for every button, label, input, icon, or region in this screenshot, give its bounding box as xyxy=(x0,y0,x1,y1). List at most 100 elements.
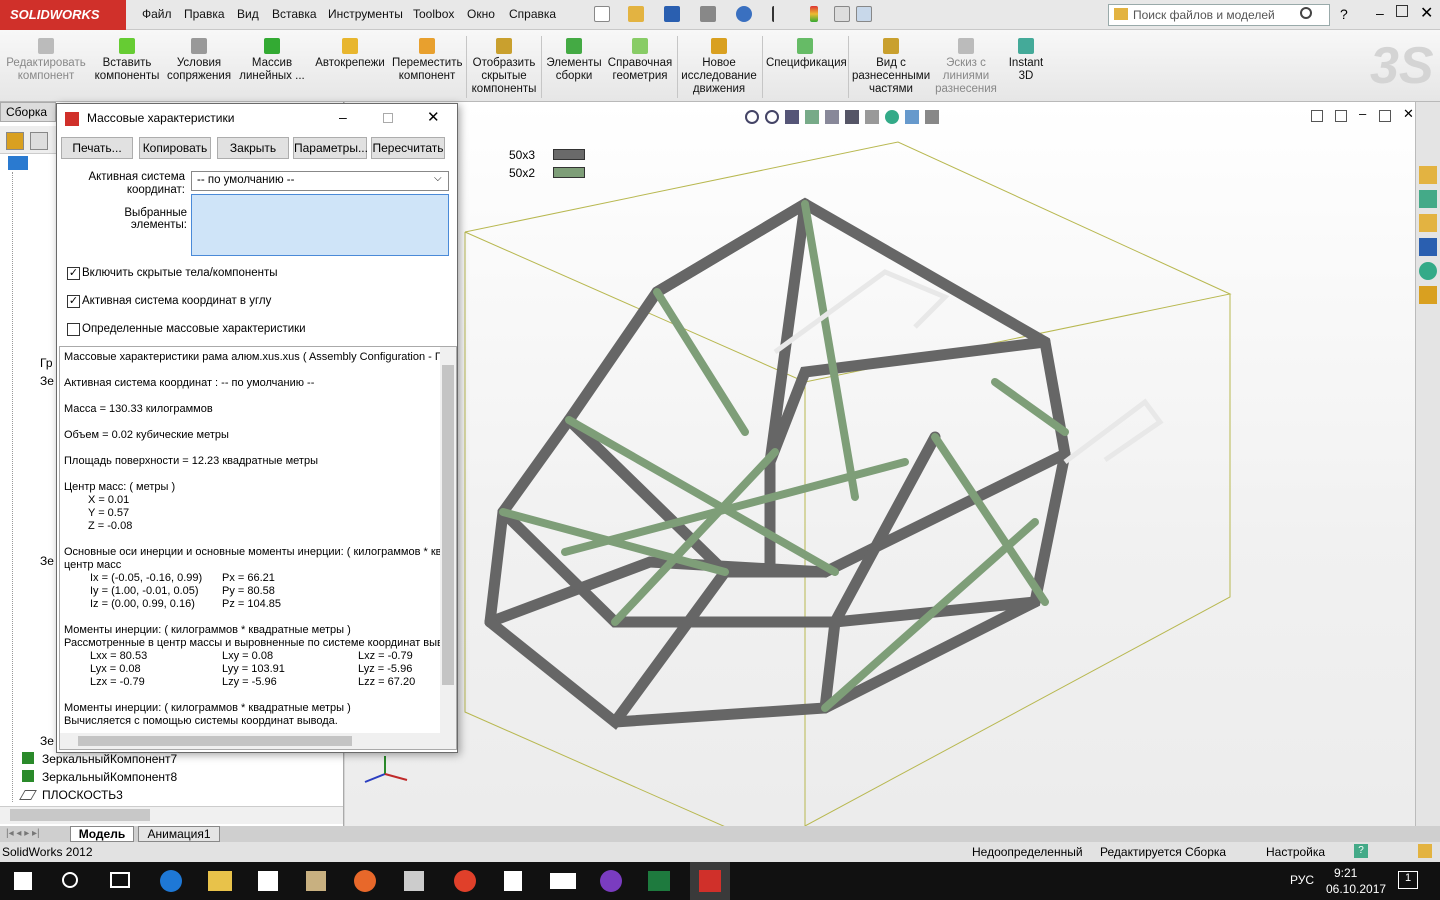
rebuild-icon[interactable] xyxy=(810,6,818,22)
viewport-restore-icon[interactable] xyxy=(1379,110,1391,122)
new-motion-study-button[interactable]: Новое исследование движения xyxy=(680,32,758,96)
move-component-button[interactable]: Переместить компонент xyxy=(392,32,462,83)
mate-button[interactable]: Условия сопряжения xyxy=(166,32,232,83)
menu-view[interactable]: Вид xyxy=(237,7,259,21)
new-document-icon[interactable] xyxy=(594,6,610,22)
search-icon[interactable] xyxy=(1300,7,1312,19)
file-explorer-tab-icon[interactable] xyxy=(1419,214,1437,232)
reference-geometry-button[interactable]: Справочная геометрия xyxy=(606,32,674,83)
view-settings-icon[interactable] xyxy=(925,110,939,124)
tree-item-mirror3[interactable]: Зе xyxy=(40,734,54,748)
task-view-icon[interactable] xyxy=(110,872,130,888)
dialog-title[interactable]: Массовые характеристики xyxy=(57,104,457,134)
firefox-icon[interactable] xyxy=(354,870,376,892)
copy-button[interactable]: Копировать xyxy=(139,137,211,159)
tree-item-mirror1[interactable]: Зе xyxy=(40,374,54,388)
help-status-icon[interactable]: ? xyxy=(1354,844,1368,858)
menu-edit[interactable]: Правка xyxy=(184,7,225,21)
include-hidden-checkbox[interactable]: ✓ xyxy=(67,267,80,280)
file-properties-icon[interactable] xyxy=(834,6,850,22)
viewport-link-icon[interactable] xyxy=(1335,110,1347,122)
display-style-icon[interactable] xyxy=(845,110,859,124)
exploded-view-button[interactable]: Вид с разнесенными частями xyxy=(852,32,930,96)
app-logo[interactable]: SOLIDWORKS xyxy=(0,0,126,30)
bill-of-materials-button[interactable]: Спецификация xyxy=(766,32,847,70)
help-icon[interactable]: ? xyxy=(1340,6,1348,22)
tree-item-group[interactable]: Гр xyxy=(40,356,53,370)
instant-3d-button[interactable]: Instant 3D xyxy=(1002,32,1050,83)
menu-toolbox[interactable]: Toolbox xyxy=(413,7,454,21)
select-arrow-icon[interactable] xyxy=(772,6,788,22)
save-icon[interactable] xyxy=(664,6,680,22)
results-text-area[interactable]: Массовые характеристики рама алюм.xus.xu… xyxy=(59,346,457,750)
feature-manager-tab-icon[interactable] xyxy=(6,132,24,150)
linear-pattern-button[interactable]: Массив линейных ... xyxy=(238,32,306,83)
viewport-minimize-icon[interactable]: – xyxy=(1359,106,1366,121)
calculator-icon[interactable] xyxy=(404,871,424,891)
viber-icon[interactable] xyxy=(600,870,622,892)
graphics-viewport[interactable]: 50x3 50x2 – ✕ xyxy=(345,102,1415,863)
chrome-icon[interactable] xyxy=(454,870,476,892)
explorer-icon[interactable] xyxy=(208,871,232,891)
zoom-to-fit-icon[interactable] xyxy=(745,110,759,124)
insert-components-button[interactable]: Вставить компоненты xyxy=(94,32,160,83)
options-icon[interactable] xyxy=(856,6,872,22)
appearances-tab-icon[interactable] xyxy=(1419,262,1437,280)
edit-appearance-icon[interactable] xyxy=(885,110,899,124)
override-mass-checkbox[interactable] xyxy=(67,323,80,336)
tab-scroll-arrows[interactable]: |◂ ◂ ▸ ▸| xyxy=(6,828,40,839)
document-icon[interactable] xyxy=(504,871,522,891)
assembly-features-button[interactable]: Элементы сборки xyxy=(545,32,603,83)
zoom-to-area-icon[interactable] xyxy=(765,110,779,124)
dialog-close-button[interactable]: ✕ xyxy=(427,108,440,126)
media-icon[interactable] xyxy=(306,871,326,891)
apply-scene-icon[interactable] xyxy=(905,110,919,124)
close-button[interactable]: ✕ xyxy=(1420,3,1433,23)
excel-icon[interactable] xyxy=(648,871,670,891)
open-icon[interactable] xyxy=(628,6,644,22)
tab-animation1[interactable]: Анимация1 xyxy=(138,826,220,842)
menu-window[interactable]: Окно xyxy=(467,7,495,21)
view-palette-tab-icon[interactable] xyxy=(1419,238,1437,256)
tab-assembly[interactable]: Сборка xyxy=(0,102,56,122)
close-dialog-button[interactable]: Закрыть xyxy=(217,137,289,159)
menu-insert[interactable]: Вставка xyxy=(272,7,317,21)
show-hidden-components-button[interactable]: Отобразить скрытые компоненты xyxy=(470,32,538,96)
filter-icon[interactable] xyxy=(8,156,28,170)
windows-start-icon[interactable] xyxy=(14,872,32,890)
search-input[interactable]: Поиск файлов и моделей xyxy=(1108,4,1330,26)
tree-item-plane3[interactable]: ПЛОСКОСТЬ3 xyxy=(42,788,123,802)
language-indicator[interactable]: РУС xyxy=(1290,873,1314,887)
scrollbar-thumb[interactable] xyxy=(10,809,150,821)
results-vscroll-thumb[interactable] xyxy=(442,365,454,685)
restore-button[interactable] xyxy=(1396,5,1408,17)
coord-in-corner-checkbox[interactable]: ✓ xyxy=(67,295,80,308)
results-hscroll-thumb[interactable] xyxy=(78,736,352,746)
chevron-down-icon[interactable]: ⌵ xyxy=(434,173,442,184)
minimize-button[interactable]: – xyxy=(1376,5,1384,21)
store-icon[interactable] xyxy=(258,871,278,891)
menu-file[interactable]: Файл xyxy=(142,7,172,21)
dialog-minimize-button[interactable]: – xyxy=(339,109,347,125)
print-button[interactable]: Печать... xyxy=(61,137,133,159)
tree-item-mirror-component7[interactable]: ЗеркальныйКомпонент7 xyxy=(42,752,177,766)
explode-line-sketch-button[interactable]: Эскиз с линиями разнесения xyxy=(934,32,998,96)
section-view-icon[interactable] xyxy=(805,110,819,124)
tab-model[interactable]: Модель xyxy=(70,826,134,842)
edit-component-button[interactable]: Редактировать компонент xyxy=(4,32,88,83)
viewport-close-icon[interactable]: ✕ xyxy=(1403,106,1414,122)
property-manager-tab-icon[interactable] xyxy=(30,132,48,150)
design-library-tab-icon[interactable] xyxy=(1419,190,1437,208)
status-settings[interactable]: Настройка xyxy=(1266,842,1325,862)
clock-date[interactable]: 06.10.2017 xyxy=(1326,882,1386,896)
viewport-split-icon[interactable] xyxy=(1311,110,1323,122)
dialog-maximize-button[interactable] xyxy=(383,113,393,123)
previous-view-icon[interactable] xyxy=(785,110,799,124)
notifications-icon[interactable]: 1 xyxy=(1398,871,1418,889)
selected-items-list[interactable] xyxy=(191,194,449,256)
view-orientation-icon[interactable] xyxy=(825,110,839,124)
coordinate-system-select[interactable]: -- по умолчанию -- xyxy=(191,171,449,191)
edge-icon[interactable] xyxy=(160,870,182,892)
tag-icon[interactable] xyxy=(1418,844,1432,858)
clock-time[interactable]: 9:21 xyxy=(1334,866,1357,880)
